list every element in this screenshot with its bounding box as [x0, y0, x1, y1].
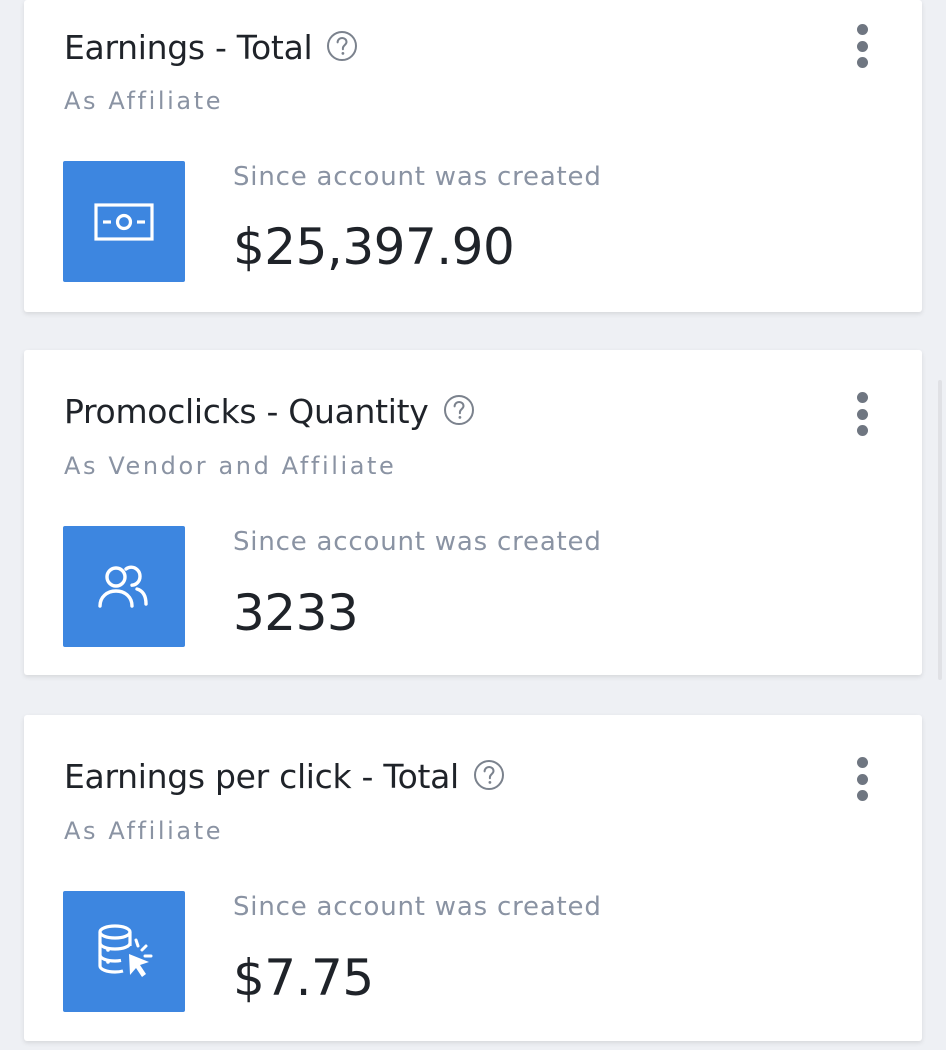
card-title: Earnings per click - Total — [64, 757, 505, 796]
period-label: Since account was created — [233, 527, 602, 557]
stat-card-earnings-per-click: Earnings per click - Total As Affiliate — [24, 715, 922, 1041]
period-label: Since account was created — [233, 162, 602, 192]
more-options-icon[interactable] — [852, 757, 872, 801]
card-title: Promoclicks - Quantity — [64, 392, 475, 431]
help-icon[interactable] — [443, 394, 475, 426]
stat-card-promoclicks-quantity: Promoclicks - Quantity As Vendor and Aff… — [24, 350, 922, 675]
stats-page: Earnings - Total As Affiliate Since acco… — [0, 0, 946, 1050]
card-title-text: Earnings - Total — [64, 28, 313, 67]
period-label: Since account was created — [233, 892, 602, 922]
card-title-text: Earnings per click - Total — [64, 757, 459, 796]
scrollbar[interactable] — [938, 380, 942, 680]
money-bill-icon — [63, 161, 185, 282]
database-click-icon — [63, 891, 185, 1012]
card-title: Earnings - Total — [64, 28, 358, 67]
card-subtitle: As Affiliate — [64, 87, 224, 115]
stat-value: $7.75 — [233, 949, 374, 1007]
help-icon[interactable] — [326, 30, 358, 62]
stat-value: 3233 — [233, 584, 359, 642]
more-options-icon[interactable] — [852, 392, 872, 436]
users-icon — [63, 526, 185, 647]
stat-value: $25,397.90 — [233, 218, 515, 276]
more-options-icon[interactable] — [852, 24, 872, 68]
card-subtitle: As Affiliate — [64, 817, 224, 845]
stat-card-earnings-total: Earnings - Total As Affiliate Since acco… — [24, 0, 922, 312]
help-icon[interactable] — [473, 759, 505, 791]
card-subtitle: As Vendor and Affiliate — [64, 452, 397, 480]
card-title-text: Promoclicks - Quantity — [64, 392, 429, 431]
